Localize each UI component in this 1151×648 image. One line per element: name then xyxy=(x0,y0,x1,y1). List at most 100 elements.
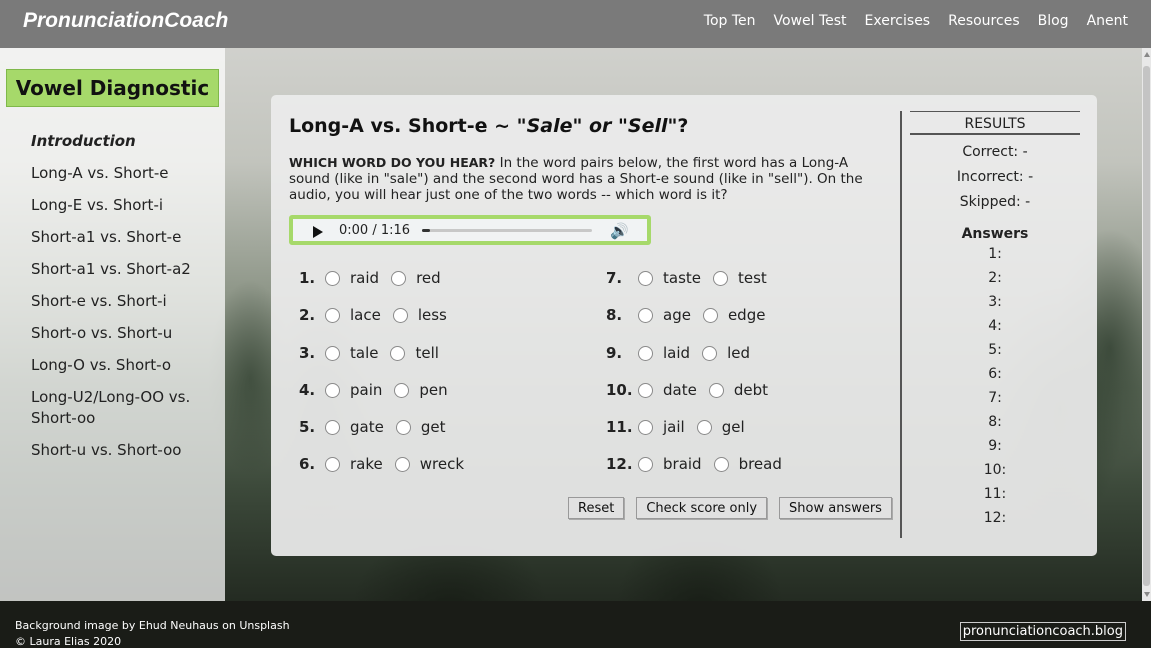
question-number: 1. xyxy=(299,269,316,287)
radio-option-b[interactable] xyxy=(395,419,411,435)
question-row: 8. age edge xyxy=(606,304,777,326)
main-nav: Top Ten Vowel Test Exercises Resources B… xyxy=(704,13,1128,29)
option-word-a: lace xyxy=(350,306,381,324)
reset-button[interactable]: Reset xyxy=(568,497,625,519)
option-word-a: age xyxy=(663,306,691,324)
instructions: WHICH WORD DO YOU HEAR? In the word pair… xyxy=(289,155,863,203)
question-number: 3. xyxy=(299,344,316,362)
nav-anent[interactable]: Anent xyxy=(1087,13,1128,29)
scroll-down-icon[interactable] xyxy=(1143,592,1150,597)
option-word-a: pain xyxy=(350,381,383,399)
site-logo[interactable]: PronunciationCoach xyxy=(23,9,228,33)
radio-option-b[interactable] xyxy=(702,345,718,361)
incorrect-count: Incorrect: - xyxy=(956,169,1034,185)
skipped-count: Skipped: - xyxy=(959,194,1031,210)
sidebar-item-short-a1-short-a2[interactable]: Short-a1 vs. Short-a2 xyxy=(31,259,206,280)
option-word-a: raid xyxy=(350,269,380,287)
footer-site-link[interactable]: pronunciationcoach.blog xyxy=(959,622,1126,641)
sidebar-item-short-u-short-oo[interactable]: Short-u vs. Short-oo xyxy=(31,440,206,461)
radio-option-a[interactable] xyxy=(325,307,340,323)
radio-option-b[interactable] xyxy=(708,382,724,398)
play-icon[interactable] xyxy=(313,226,323,238)
show-answers-button[interactable]: Show answers xyxy=(779,497,892,519)
sidebar-item-short-a1-short-e[interactable]: Short-a1 vs. Short-e xyxy=(31,227,206,248)
option-word-b: gel xyxy=(721,418,745,436)
sidebar-item-introduction[interactable]: Introduction xyxy=(31,131,206,152)
option-word-b: edge xyxy=(727,306,766,324)
radio-option-a[interactable] xyxy=(638,419,653,435)
radio-option-a[interactable] xyxy=(638,345,653,361)
answer-item: 11: xyxy=(983,486,1007,502)
option-word-b: wreck xyxy=(419,455,465,473)
answer-item: 8: xyxy=(988,414,1002,430)
radio-option-b[interactable] xyxy=(702,307,718,323)
radio-option-a[interactable] xyxy=(638,270,653,286)
question-number: 9. xyxy=(606,344,623,362)
radio-option-a[interactable] xyxy=(638,456,653,472)
answer-item: 12: xyxy=(983,510,1007,526)
results-heading: RESULTS xyxy=(910,111,1080,135)
radio-option-b[interactable] xyxy=(696,419,712,435)
option-word-b: bread xyxy=(738,455,782,473)
answer-item: 9: xyxy=(988,438,1002,454)
answer-item: 6: xyxy=(988,366,1002,382)
option-word-a: tale xyxy=(350,344,379,362)
radio-option-a[interactable] xyxy=(325,382,340,398)
scroll-up-icon[interactable] xyxy=(1143,52,1150,57)
option-word-a: laid xyxy=(663,344,691,362)
sidebar-item-long-e-short-i[interactable]: Long-E vs. Short-i xyxy=(31,195,206,216)
radio-option-b[interactable] xyxy=(713,270,728,286)
sidebar: Vowel Diagnostic Introduction Long-A vs.… xyxy=(0,48,225,601)
nav-vowel-test[interactable]: Vowel Test xyxy=(774,13,847,29)
radio-option-a[interactable] xyxy=(638,382,653,398)
radio-option-b[interactable] xyxy=(392,307,408,323)
question-number: 2. xyxy=(299,306,316,324)
question-number: 8. xyxy=(606,306,623,324)
radio-option-a[interactable] xyxy=(638,307,653,323)
sidebar-item-long-u2-short-oo[interactable]: Long-U2/Long-OO vs. Short-oo xyxy=(31,387,206,429)
question-number: 5. xyxy=(299,418,316,436)
radio-option-a[interactable] xyxy=(325,419,340,435)
sidebar-title: Vowel Diagnostic xyxy=(6,69,219,107)
answer-item: 2: xyxy=(988,270,1002,286)
option-word-b: get xyxy=(420,418,446,436)
audio-seek-bar[interactable] xyxy=(422,229,592,232)
nav-resources[interactable]: Resources xyxy=(948,13,1020,29)
option-word-a: gate xyxy=(350,418,384,436)
check-score-button[interactable]: Check score only xyxy=(636,497,768,519)
footer-credit: Background image by Ehud Neuhaus on Unsp… xyxy=(15,618,290,648)
option-word-b: debt xyxy=(733,381,768,399)
nav-exercises[interactable]: Exercises xyxy=(865,13,931,29)
volume-icon[interactable]: 🔊 xyxy=(610,222,629,240)
radio-option-b[interactable] xyxy=(394,382,410,398)
nav-top-ten[interactable]: Top Ten xyxy=(704,13,756,29)
answer-item: 1: xyxy=(988,246,1002,262)
sidebar-item-long-a-short-e[interactable]: Long-A vs. Short-e xyxy=(31,163,206,184)
option-word-b: tell xyxy=(415,344,439,362)
page-scrollbar[interactable] xyxy=(1142,48,1151,601)
option-word-b: test xyxy=(738,269,767,287)
radio-option-a[interactable] xyxy=(325,270,340,286)
scrollbar-thumb[interactable] xyxy=(1143,66,1150,586)
results-divider xyxy=(900,111,902,538)
question-row: 9. laid led xyxy=(606,342,762,364)
radio-option-b[interactable] xyxy=(713,456,729,472)
question-row: 10. date debt xyxy=(606,379,780,401)
sidebar-item-short-o-short-u[interactable]: Short-o vs. Short-u xyxy=(31,323,206,344)
question-row: 6. rake wreck xyxy=(299,453,476,475)
answer-item: 10: xyxy=(983,462,1007,478)
image-credit: Background image by Ehud Neuhaus on Unsp… xyxy=(15,619,290,632)
radio-option-b[interactable] xyxy=(394,456,410,472)
radio-option-b[interactable] xyxy=(390,345,406,361)
radio-option-b[interactable] xyxy=(391,270,407,286)
radio-option-a[interactable] xyxy=(325,345,340,361)
question-number: 12. xyxy=(606,455,633,473)
option-word-b: red xyxy=(416,269,441,287)
nav-blog[interactable]: Blog xyxy=(1038,13,1069,29)
sidebar-item-long-o-short-o[interactable]: Long-O vs. Short-o xyxy=(31,355,206,376)
radio-option-a[interactable] xyxy=(325,456,340,472)
action-buttons: Reset Check score only Show answers xyxy=(568,497,892,519)
answer-item: 3: xyxy=(988,294,1002,310)
page-title: Long-A vs. Short-e ~ "Sale" or "Sell"? xyxy=(289,115,689,137)
sidebar-item-short-e-short-i[interactable]: Short-e vs. Short-i xyxy=(31,291,206,312)
